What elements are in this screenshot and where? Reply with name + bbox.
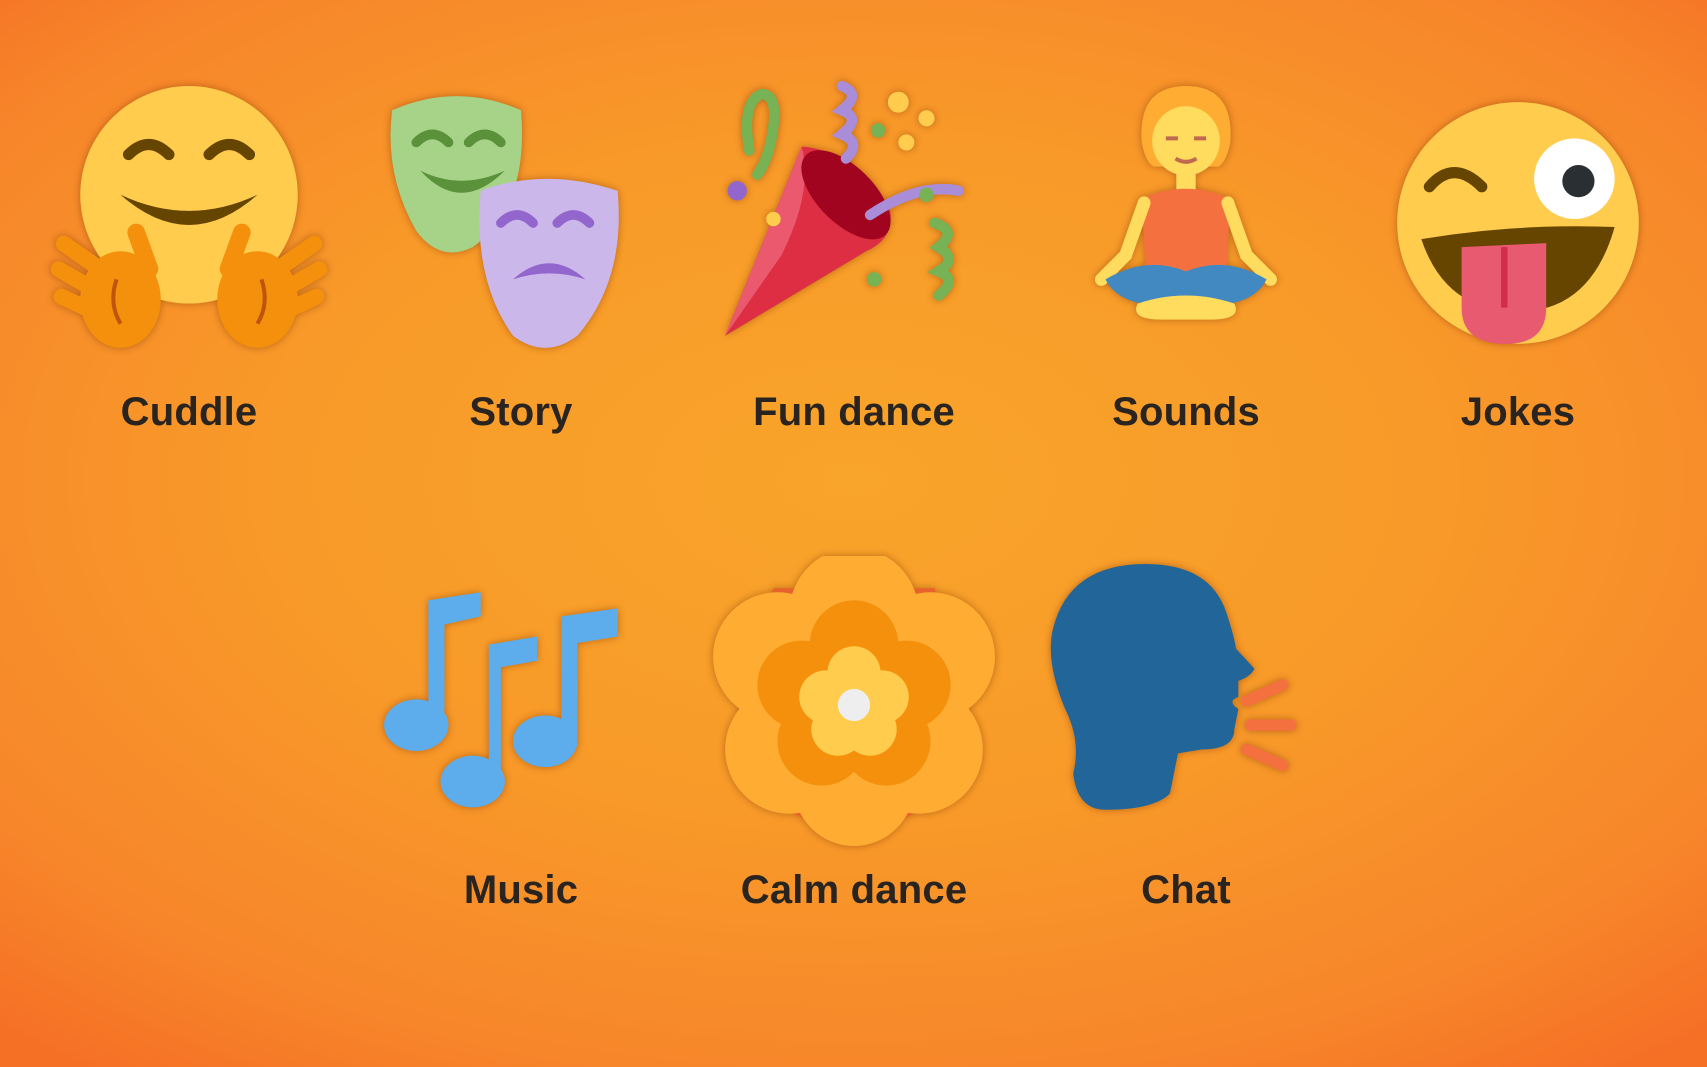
person-meditating-icon <box>1094 86 1278 320</box>
hugging-face-icon <box>50 86 328 348</box>
rosette-flower-icon <box>713 556 995 846</box>
speaking-head-icon <box>1050 564 1297 810</box>
activity-label: Sounds <box>1112 390 1260 434</box>
activity-label: Music <box>463 868 579 912</box>
performing-arts-masks-icon <box>390 96 619 348</box>
activity-label: Fun dance <box>753 390 955 434</box>
activity-label: Cuddle <box>120 390 258 434</box>
activity-label: Calm dance <box>740 868 968 912</box>
activity-jokes[interactable]: Jokes <box>1368 70 1668 470</box>
activity-cuddle[interactable]: Cuddle <box>39 70 339 470</box>
musical-notes-icon <box>384 592 618 808</box>
activity-story[interactable]: Story <box>371 70 671 470</box>
activity-label: Jokes <box>1460 390 1576 434</box>
activity-calm-dance[interactable]: Calm dance <box>704 548 1004 948</box>
activity-label: Chat <box>1141 868 1231 912</box>
activity-sounds[interactable]: Sounds <box>1036 70 1336 470</box>
winking-face-with-tongue-icon <box>1397 102 1639 344</box>
activity-label: Story <box>469 390 573 434</box>
activity-music[interactable]: Music <box>371 548 671 948</box>
party-popper-icon <box>725 80 964 336</box>
activity-chat[interactable]: Chat <box>1036 548 1336 948</box>
activity-fun-dance[interactable]: Fun dance <box>704 70 1004 470</box>
